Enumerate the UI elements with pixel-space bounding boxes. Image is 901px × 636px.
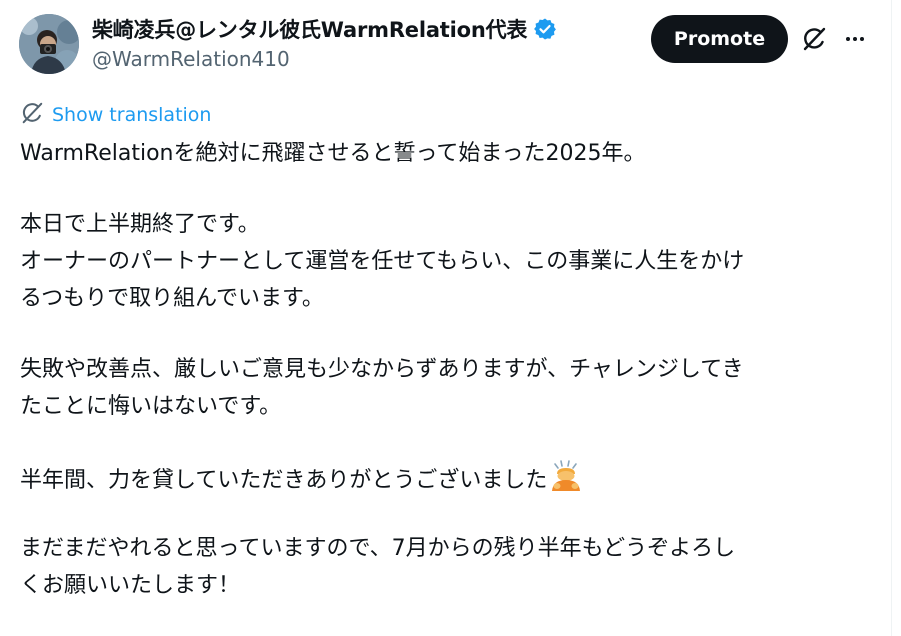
avatar[interactable] [19, 14, 79, 74]
post-text-line: WarmRelationを絶対に飛躍させると誓って始まった2025年。 [20, 141, 646, 166]
post-text: WarmRelationを絶対に飛躍させると誓って始まった2025年。 本日で上… [20, 135, 870, 604]
more-dot [860, 37, 864, 41]
author-name-row: 柴崎凌兵@レンタル彼氏WarmRelation代表 [92, 14, 557, 44]
author-display-name[interactable]: 柴崎凌兵@レンタル彼氏WarmRelation代表 [92, 14, 527, 44]
post-text-blank [20, 496, 870, 530]
avatar-photo [19, 14, 79, 74]
post-text-line: 半年間、力を貸していただきありがとうございました [20, 468, 548, 493]
show-translation-label[interactable]: Show translation [52, 104, 211, 126]
translate-icon [20, 101, 44, 129]
grok-icon[interactable] [798, 23, 830, 55]
post-text-line: たことに悔いはないです。 [20, 394, 282, 419]
post-text-blank [20, 172, 870, 206]
author-handle[interactable]: @WarmRelation410 [92, 47, 290, 71]
post-text-line: るつもりで取り組んでいます。 [20, 286, 324, 311]
column-divider [891, 0, 892, 636]
post-text-line: 本日で上半期終了です。 [20, 212, 260, 237]
show-translation[interactable]: Show translation [20, 102, 211, 128]
more-icon[interactable] [838, 23, 872, 55]
more-dot [846, 37, 850, 41]
more-dot [853, 37, 857, 41]
post-text-blank [20, 317, 870, 351]
verified-badge-icon[interactable] [533, 17, 557, 41]
post-text-line-with-emoji: 半年間、力を貸していただきありがとうございました [20, 459, 870, 496]
bowing-person-emoji [549, 459, 583, 493]
promote-button[interactable]: Promote [651, 15, 788, 63]
post-text-blank [20, 425, 870, 459]
post-text-line: オーナーのパートナーとして運営を任せてもらい、この事業に人生をかけ [20, 249, 745, 274]
post-text-line: 失敗や改善点、厳しいご意見も少なからずありますが、チャレンジしてき [20, 357, 744, 382]
post-text-line: くお願いいたします！ [20, 573, 241, 598]
post-detail: 柴崎凌兵@レンタル彼氏WarmRelation代表 @WarmRelation4… [0, 0, 901, 636]
post-text-line: まだまだやれると思っていますので、7月からの残り半年もどうぞよろし [20, 536, 736, 561]
